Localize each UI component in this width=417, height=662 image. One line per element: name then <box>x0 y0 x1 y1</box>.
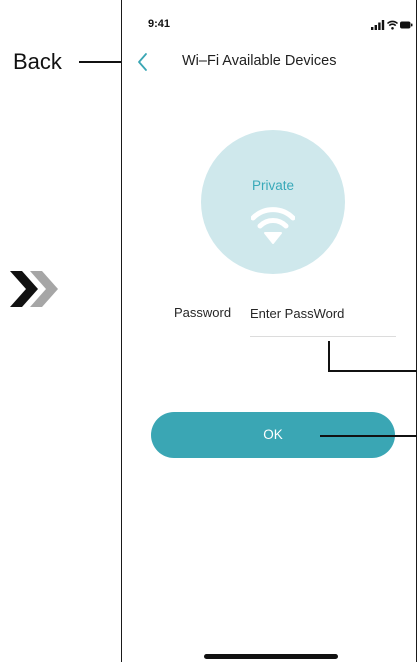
password-underline <box>250 336 396 337</box>
double-chevron-right-icon <box>10 271 58 307</box>
status-bar: 9:41 <box>122 18 416 34</box>
ok-callout-line <box>320 435 417 437</box>
wifi-status-icon <box>386 20 399 30</box>
page-title: Wi–Fi Available Devices <box>182 53 337 69</box>
network-name: Private <box>251 178 295 193</box>
back-chevron-icon[interactable] <box>136 51 150 73</box>
nav-bar: Wi–Fi Available Devices <box>122 50 416 74</box>
password-input[interactable] <box>250 301 396 325</box>
status-time: 9:41 <box>148 18 171 30</box>
network-badge: Private <box>201 130 345 274</box>
phone-screen: 9:41 Wi–Fi Available Devices Private Pas… <box>121 0 417 662</box>
password-callout-line-horizontal <box>328 370 417 372</box>
password-label: Password <box>174 305 232 320</box>
signal-icon <box>371 20 385 30</box>
home-indicator <box>204 654 338 659</box>
battery-icon <box>400 21 413 29</box>
wifi-icon <box>251 207 295 244</box>
password-callout-line-vertical <box>328 341 330 371</box>
back-callout-label: Back <box>13 49 62 74</box>
status-icons <box>371 20 413 30</box>
